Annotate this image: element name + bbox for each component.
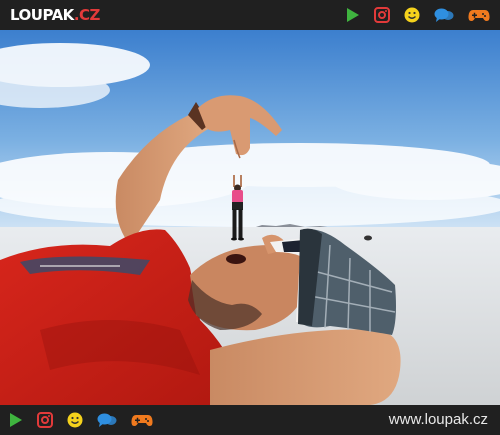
smiley-icon[interactable] — [404, 7, 420, 23]
logo-tld: .CZ — [73, 6, 101, 24]
site-url[interactable]: www.loupak.cz — [389, 411, 488, 428]
bottom-bar: www.loupak.cz — [0, 405, 500, 435]
photo-salt-flat-perspective — [0, 30, 500, 405]
main-photo — [0, 30, 500, 405]
instagram-icon[interactable] — [374, 7, 390, 23]
bottom-icon-row — [9, 409, 153, 431]
instagram-icon[interactable] — [37, 412, 53, 428]
play-icon[interactable] — [9, 412, 23, 428]
logo-text: LOUPAK — [10, 6, 74, 24]
chat-icon[interactable] — [434, 7, 454, 23]
gamepad-icon[interactable] — [468, 7, 490, 23]
smiley-icon[interactable] — [67, 412, 83, 428]
gamepad-icon[interactable] — [131, 412, 153, 428]
top-bar: LOUPAK.CZ — [0, 0, 500, 30]
site-logo[interactable]: LOUPAK.CZ — [10, 6, 100, 24]
top-icon-row — [346, 4, 490, 26]
chat-icon[interactable] — [97, 412, 117, 428]
play-icon[interactable] — [346, 7, 360, 23]
